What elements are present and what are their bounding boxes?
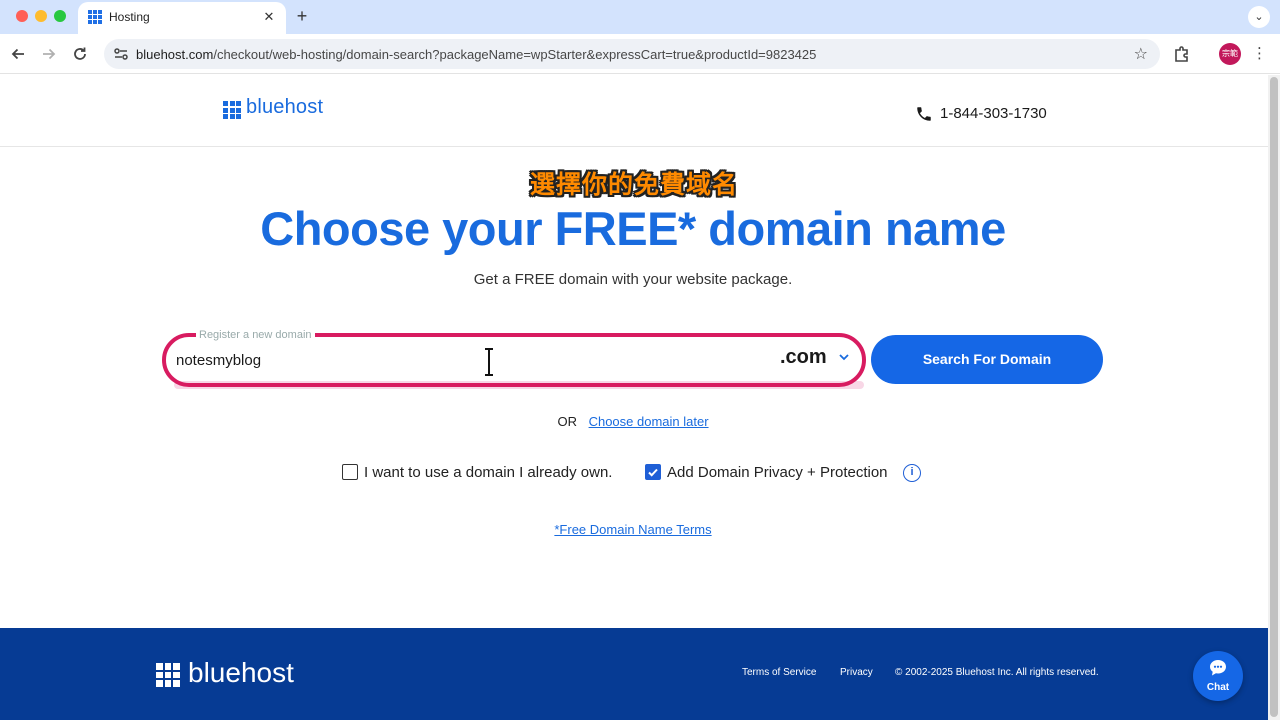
phone-number: 1-844-303-1730 [940,105,1047,122]
text-cursor-icon [485,348,493,376]
video-caption-overlay: 選擇你的免費域名 [529,171,738,199]
chat-bubble-icon [1210,660,1226,676]
free-domain-terms-link[interactable]: *Free Domain Name Terms [554,522,711,537]
arrow-left-icon [11,48,24,60]
domain-search-input[interactable] [176,345,766,375]
privacy-link[interactable]: Privacy [840,667,873,678]
forward-button[interactable] [37,42,61,66]
browser-tab-hosting[interactable]: Hosting ✕ [78,2,286,34]
own-domain-checkbox[interactable] [342,464,358,480]
tab-search-button[interactable]: ⌄ [1248,6,1270,28]
arrow-right-icon [43,48,56,60]
checkmark-icon [648,468,658,477]
bluehost-grid-icon [156,663,180,687]
chat-button[interactable]: Chat [1193,651,1243,701]
bluehost-favicon-icon [88,10,102,24]
checkout-page: bluehost 1-844-303-1730 選擇你的免費域名 Choose … [0,75,1268,720]
phone-icon [917,107,931,121]
own-domain-label[interactable]: I want to use a domain I already own. [364,464,612,481]
privacy-checkbox[interactable] [645,464,661,480]
privacy-label[interactable]: Add Domain Privacy + Protection [667,464,888,481]
address-bar[interactable]: bluehost.com/checkout/web-hosting/domain… [104,39,1160,69]
profile-avatar[interactable]: 宗範 [1219,43,1241,65]
scrollbar-thumb[interactable] [1270,77,1278,717]
site-settings-icon[interactable] [112,45,130,63]
search-domain-button[interactable]: Search For Domain [871,335,1103,384]
tab-title: Hosting [109,10,150,24]
site-footer: bluehost Terms of Service Privacy © 2002… [0,628,1268,720]
chat-label: Chat [1206,682,1230,693]
site-header: bluehost 1-844-303-1730 [0,75,1268,147]
copyright-text: © 2002-2025 Bluehost Inc. All rights res… [895,667,1099,678]
browser-tabstrip: Hosting ✕ + ⌄ [0,0,1280,34]
window-zoom-button[interactable] [54,10,66,22]
window-close-button[interactable] [16,10,28,22]
choose-domain-later-link[interactable]: Choose domain later [589,414,709,429]
tab-close-icon[interactable]: ✕ [260,8,278,26]
url-path: /checkout/web-hosting/domain-search?pack… [213,47,817,62]
page-scrollbar[interactable] [1268,75,1280,720]
bookmark-star-icon[interactable]: ☆ [1134,44,1148,64]
reload-icon [74,47,86,60]
bluehost-grid-icon [223,101,241,119]
domain-field-label: Register a new domain [196,329,315,341]
page-title: Choose your FREE* domain name [260,202,1006,255]
url-host: bluehost.com [136,47,214,62]
logo-text: bluehost [246,96,324,118]
extensions-puzzle-icon[interactable] [1172,44,1192,64]
url-text[interactable]: bluehost.com/checkout/web-hosting/domain… [136,47,816,62]
terms-of-service-link[interactable]: Terms of Service [742,667,816,678]
tld-select[interactable]: .com [780,346,827,369]
page-subtitle: Get a FREE domain with your website pack… [473,271,793,288]
domain-search-field[interactable]: Register a new domain .com [162,329,866,387]
back-button[interactable] [6,42,30,66]
info-icon[interactable]: i [903,464,921,482]
footer-logo-text: bluehost [188,657,294,688]
domain-options: I want to use a domain I already own. Ad… [342,462,942,484]
window-minimize-button[interactable] [35,10,47,22]
reload-button[interactable] [68,42,92,66]
browser-menu-icon[interactable]: ⋮ [1252,43,1267,65]
browser-toolbar: bluehost.com/checkout/web-hosting/domain… [0,34,1280,74]
terms-row: *Free Domain Name Terms [0,522,1266,537]
or-row: OR Choose domain later [0,414,1266,429]
new-tab-button[interactable]: + [292,5,312,27]
or-text: OR [557,414,577,429]
chevron-down-icon[interactable] [838,351,850,363]
